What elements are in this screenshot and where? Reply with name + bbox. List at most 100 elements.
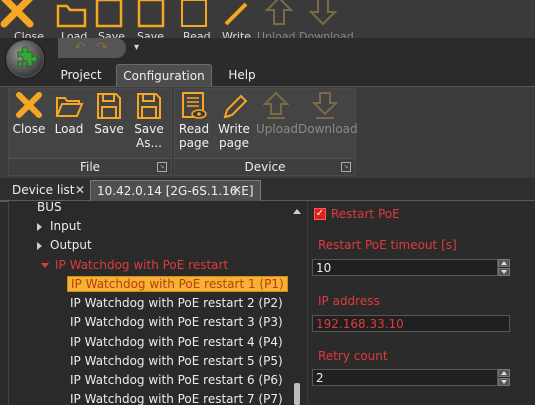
collapse-arrow-icon[interactable] <box>41 263 49 268</box>
spin-up-icon[interactable] <box>498 369 510 377</box>
write-page-label-line1: Write <box>218 122 250 136</box>
tab-help[interactable]: Help <box>222 64 262 86</box>
tree-item-label: IP Watchdog with PoE restart 5 (P5) <box>70 354 283 368</box>
spin-down-icon[interactable] <box>498 268 510 276</box>
tree-item-label: IP Watchdog with PoE restart 7 (P7) <box>70 392 283 405</box>
configuration-tree: BUS Input Output IP Watchdog with PoE re… <box>8 201 307 405</box>
folder-open-icon <box>56 4 87 28</box>
tree-item-watchdog-p5[interactable]: IP Watchdog with PoE restart 5 (P5) <box>70 352 283 371</box>
download-arrow-icon <box>311 92 339 119</box>
close-icon[interactable]: ✕ <box>75 180 85 200</box>
group-title: Device <box>175 158 355 175</box>
ip-address-input[interactable]: 192.168.33.10 <box>312 315 510 332</box>
tree-item-label: BUS <box>37 201 62 214</box>
tree-item-input[interactable]: Input <box>37 217 81 236</box>
retry-count-label: Retry count <box>318 349 388 363</box>
group-launcher-icon[interactable]: ↘ <box>157 162 167 172</box>
tree-item-label: Output <box>50 238 92 252</box>
tree-item-bus[interactable]: BUS <box>37 201 62 217</box>
group-launcher-icon[interactable]: ↘ <box>341 162 351 172</box>
tree-item-label: IP Watchdog with PoE restart 2 (P2) <box>70 296 283 310</box>
read-page-icon <box>181 0 207 27</box>
tree-item-label: Input <box>50 219 82 233</box>
ghost-label: Upload <box>257 30 296 38</box>
pencil-icon <box>224 2 248 26</box>
floppy-disk-icon <box>137 0 165 28</box>
tree-scrollbar[interactable] <box>290 203 304 405</box>
background-window-strip: Close Load Save Save Read Write Upload D… <box>0 0 535 38</box>
save-button-label: Save <box>94 122 124 136</box>
save-as-button[interactable]: Save As... <box>132 90 166 150</box>
tab-device-config-label: 10.42.0.14 [2G-6S.1.16.E] <box>97 184 254 198</box>
ghost-label: Save <box>137 30 165 38</box>
ghost-label: Download <box>299 30 354 38</box>
tree-item-watchdog-p7[interactable]: IP Watchdog with PoE restart 7 (P7) <box>70 390 283 405</box>
restart-poe-checkbox[interactable]: ✓ <box>314 208 326 220</box>
ghost-label: Load <box>61 30 88 38</box>
close-button-label: Close <box>12 122 46 136</box>
upload-arrow-icon <box>264 0 294 25</box>
tree-item-watchdog-p2[interactable]: IP Watchdog with PoE restart 2 (P2) <box>70 294 283 313</box>
load-button-label: Load <box>54 122 84 136</box>
floppy-disk-icon <box>97 93 121 119</box>
spin-down-icon[interactable] <box>498 378 510 386</box>
folder-open-icon <box>55 97 84 117</box>
ghost-label: Read <box>183 30 211 38</box>
tree-item-label: IP Watchdog with PoE restart 6 (P6) <box>70 373 283 387</box>
close-x-icon <box>0 0 34 28</box>
tab-device-list[interactable]: Device list <box>12 180 74 200</box>
read-page-icon <box>182 92 207 119</box>
save-as-label-line2: As... <box>136 136 162 150</box>
upload-button-label: Upload <box>256 122 299 136</box>
tree-item-watchdog-p6[interactable]: IP Watchdog with PoE restart 6 (P6) <box>70 371 283 390</box>
floppy-disk-icon <box>137 93 161 119</box>
close-x-icon <box>16 92 42 118</box>
expand-arrow-icon[interactable] <box>37 241 42 250</box>
ip-address-label: IP address <box>318 294 380 308</box>
tree-item-watchdog-p4[interactable]: IP Watchdog with PoE restart 4 (P4) <box>70 333 283 352</box>
tab-project[interactable]: Project <box>54 64 108 86</box>
download-button-label: Download <box>298 122 358 136</box>
download-button[interactable]: Download <box>298 90 358 136</box>
redo-icon[interactable]: ↷ <box>94 41 110 55</box>
tree-item-label: IP Watchdog with PoE restart 1 (P1) <box>67 276 288 292</box>
read-page-label-line2: page <box>179 136 209 150</box>
tab-configuration[interactable]: Configuration <box>116 64 212 87</box>
scroll-up-icon[interactable] <box>293 209 301 214</box>
upload-arrow-icon <box>262 91 290 119</box>
undo-icon[interactable]: ↶ <box>72 41 88 55</box>
tree-item-watchdog-p3[interactable]: IP Watchdog with PoE restart 3 (P3) <box>70 313 283 332</box>
qat-customize-icon[interactable]: ▾ <box>134 41 146 55</box>
group-title: File <box>9 158 171 175</box>
upload-button[interactable]: Upload <box>256 90 299 136</box>
restart-timeout-label: Restart PoE timeout [s] <box>318 238 457 252</box>
close-icon[interactable]: ✕ <box>232 180 242 200</box>
expand-arrow-icon[interactable] <box>37 222 42 231</box>
write-page-button[interactable]: Write page <box>216 90 252 150</box>
close-button[interactable]: Close <box>12 90 46 136</box>
quick-access-toolbar: ↶ ↷ <box>58 38 126 58</box>
ghost-label: Save <box>98 30 126 38</box>
scrollbar-thumb[interactable] <box>294 383 300 405</box>
pencil-icon <box>223 94 248 119</box>
read-page-label-line1: Read <box>178 122 210 136</box>
read-page-button[interactable]: Read page <box>176 90 212 150</box>
download-arrow-icon <box>308 0 338 26</box>
save-button[interactable]: Save <box>92 90 126 136</box>
write-page-label-line2: page <box>219 136 249 150</box>
restart-poe-label: Restart PoE <box>331 207 400 221</box>
retry-count-input[interactable]: 2 <box>312 369 498 386</box>
spin-up-icon[interactable] <box>498 259 510 267</box>
tree-item-label: IP Watchdog with PoE restart 3 (P3) <box>70 315 283 329</box>
tree-item-ip-watchdog[interactable]: IP Watchdog with PoE restart <box>41 256 228 275</box>
tree-item-label: IP Watchdog with PoE restart 4 (P4) <box>70 335 283 349</box>
ghost-label: Close <box>14 30 44 38</box>
tree-item-output[interactable]: Output <box>37 236 92 255</box>
tree-item-watchdog-p1[interactable]: IP Watchdog with PoE restart 1 (P1) <box>67 275 288 294</box>
floppy-disk-icon <box>95 0 123 28</box>
save-as-label-line1: Save <box>134 122 164 136</box>
restart-timeout-input[interactable]: 10 <box>312 259 498 276</box>
load-button[interactable]: Load <box>52 90 86 136</box>
ghost-label: Write <box>222 30 252 38</box>
tree-item-label: IP Watchdog with PoE restart <box>55 258 229 272</box>
